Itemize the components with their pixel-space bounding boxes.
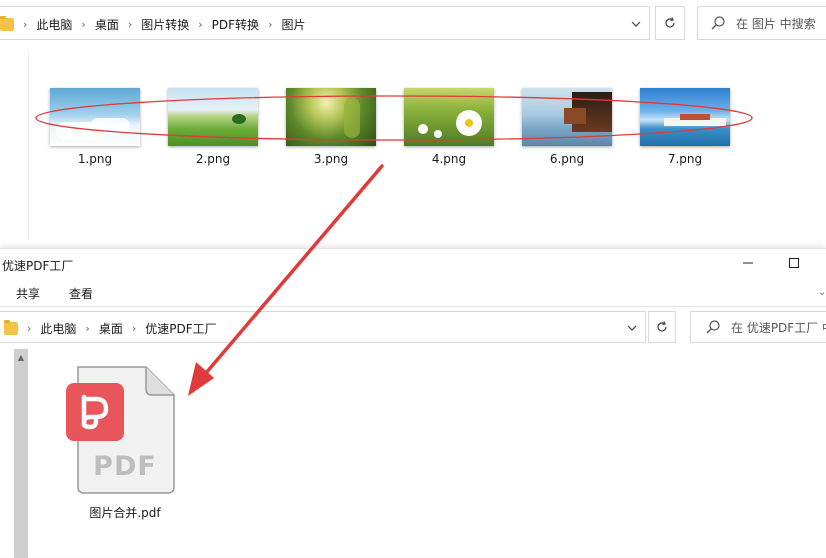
annotation-overlay (35, 95, 753, 396)
highlight-ellipse (35, 95, 753, 141)
annotation-arrow-line (198, 164, 384, 382)
